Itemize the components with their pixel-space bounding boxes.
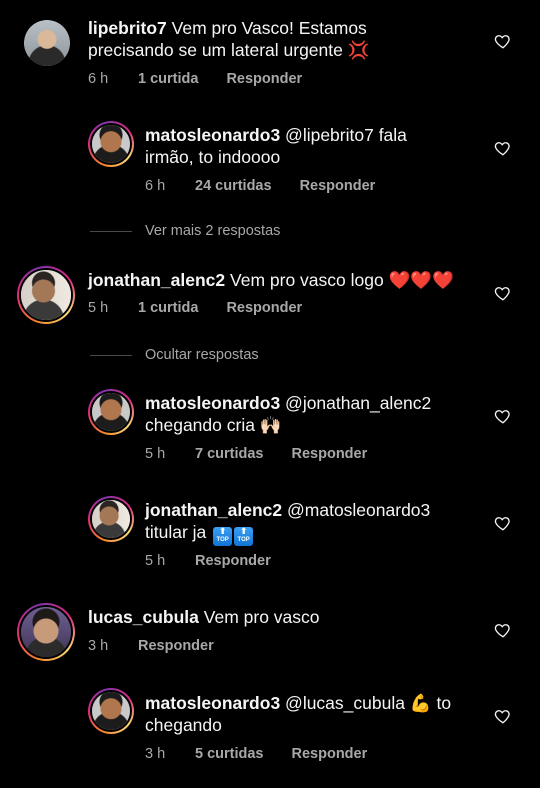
avatar[interactable] [24,20,70,66]
heart-outline-icon[interactable] [494,707,512,725]
reply-button[interactable]: Responder [292,746,368,762]
likes-count[interactable]: 5 curtidas [195,746,264,762]
reply-button[interactable]: Responder [300,178,376,194]
username[interactable]: matosleonardo3 [145,393,280,413]
comment-meta: 6 h 1 curtida Responder [88,71,302,87]
comment-body: @matosleonardo3 [282,500,431,520]
comment-text: jonathan_alenc2 Vem pro vasco logo ❤️❤️❤… [88,269,488,291]
heart-outline-icon[interactable] [494,139,512,157]
comment-text: jonathan_alenc2 @matosleonardo3 titular … [145,499,475,546]
comment-meta: 5 h 1 curtida Responder [88,300,302,316]
reply-button[interactable]: Responder [195,553,271,569]
comment-text: matosleonardo3 @lucas_cubula 💪 to chegan… [145,692,475,736]
username[interactable]: matosleonardo3 [145,125,280,145]
comment-meta: 3 h Responder [88,638,214,654]
heart-outline-icon[interactable] [494,621,512,639]
comment-body: Vem pro Vasco! Estamos [166,18,367,38]
flexed-biceps-emoji: 💪 [409,693,432,713]
red-hearts-emoji: ❤️❤️❤️ [388,270,454,290]
raising-hands-emoji: 🙌🏻 [259,415,282,435]
view-more-replies-button[interactable]: Ver mais 2 respostas [145,223,280,239]
heart-outline-icon[interactable] [494,284,512,302]
anger-emoji: 💢 [347,40,370,60]
comment-meta: 5 h 7 curtidas Responder [145,446,367,462]
timestamp: 6 h [88,71,109,87]
top-arrow-emoji: ⬆ TOP [234,527,254,546]
heart-outline-icon[interactable] [494,407,512,425]
likes-count[interactable]: 1 curtida [138,300,198,316]
timestamp: 3 h [88,638,109,654]
hide-replies-button[interactable]: Ocultar respostas [145,347,259,363]
avatar[interactable] [88,496,134,542]
comment-text: matosleonardo3 @jonathan_alenc2 chegando… [145,392,475,436]
divider [90,231,132,232]
timestamp: 6 h [145,178,166,194]
top-arrow-emoji: ⬆ TOP [213,527,233,546]
reply-button[interactable]: Responder [226,300,302,316]
likes-count[interactable]: 24 curtidas [195,178,272,194]
heart-outline-icon[interactable] [494,514,512,532]
avatar[interactable] [88,389,134,435]
comment-body: @lipebrito7 fala [280,125,407,145]
comment-body-line2: irmão, to indoooo [145,147,281,167]
timestamp: 5 h [88,300,109,316]
comment-body: Vem pro vasco [198,607,320,627]
comment-text: matosleonardo3 @lipebrito7 fala irmão, t… [145,124,475,168]
comment-meta: 5 h Responder [145,553,271,569]
comment-body-line2: chegando cria [145,415,260,435]
comment-text: lipebrito7 Vem pro Vasco! Estamos precis… [88,17,468,61]
avatar[interactable] [17,266,75,324]
comment-text: lucas_cubula Vem pro vasco [88,606,468,628]
comment-body-cont: to [431,693,452,713]
username[interactable]: jonathan_alenc2 [145,500,282,520]
likes-count[interactable]: 7 curtidas [195,446,264,462]
timestamp: 5 h [145,553,166,569]
reply-button[interactable]: Responder [292,446,368,462]
timestamp: 5 h [145,446,166,462]
username[interactable]: lucas_cubula [88,607,199,627]
reply-button[interactable]: Responder [226,71,302,87]
avatar[interactable] [88,121,134,167]
comment-body: Vem pro vasco logo [225,270,389,290]
comment-body-line2: titular ja [145,522,212,542]
comment-meta: 3 h 5 curtidas Responder [145,746,367,762]
likes-count[interactable]: 1 curtida [138,71,198,87]
heart-outline-icon[interactable] [494,32,512,50]
avatar[interactable] [88,688,134,734]
comment-body-line2: precisando se um lateral urgente [88,40,348,60]
username[interactable]: jonathan_alenc2 [88,270,225,290]
comment-body-line2: chegando [145,715,222,735]
username[interactable]: lipebrito7 [88,18,167,38]
comment-body: @lucas_cubula [280,693,410,713]
comment-meta: 6 h 24 curtidas Responder [145,178,375,194]
timestamp: 3 h [145,746,166,762]
reply-button[interactable]: Responder [138,638,214,654]
comment-body: @jonathan_alenc2 [280,393,432,413]
username[interactable]: matosleonardo3 [145,693,280,713]
divider [90,355,132,356]
avatar[interactable] [17,603,75,661]
